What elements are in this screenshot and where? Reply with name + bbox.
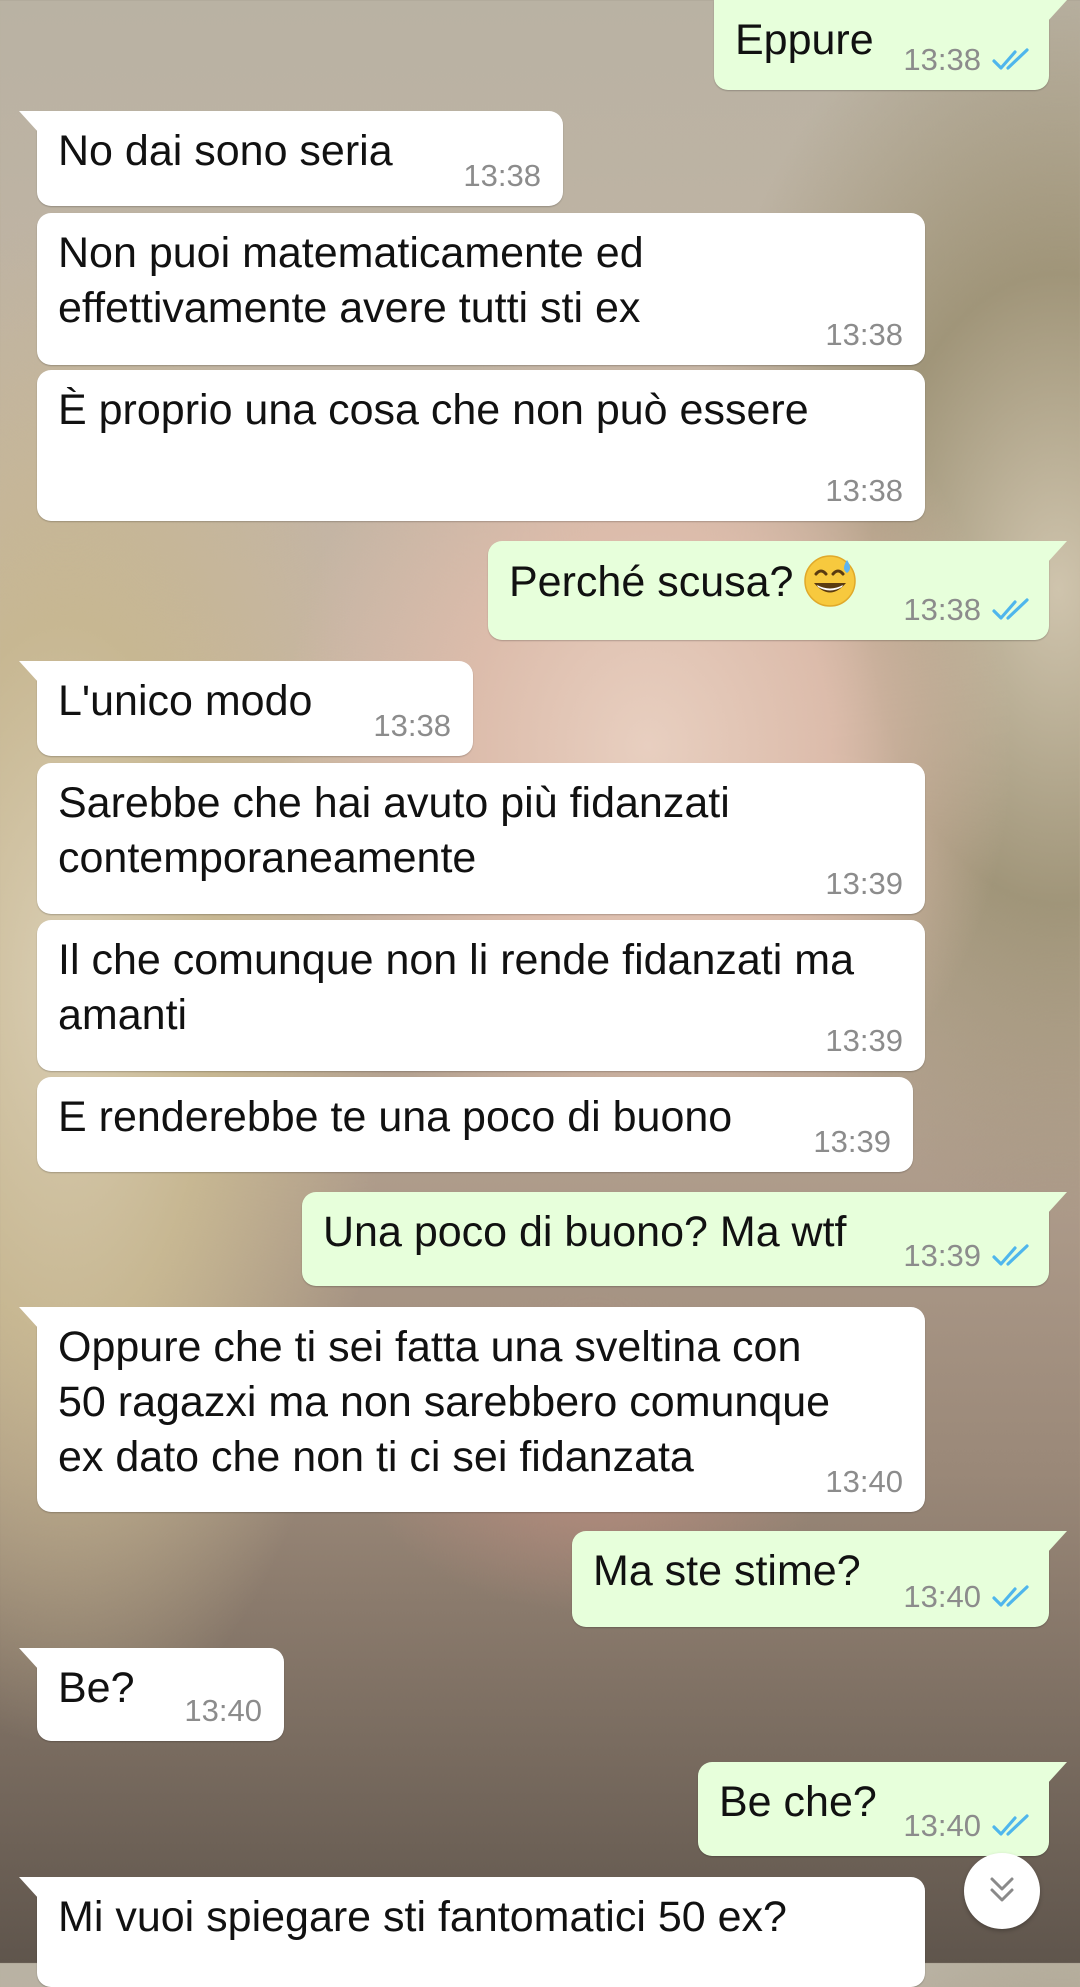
message-bubble-incoming[interactable]: Il che comunque non li rende fidanzati m…: [37, 920, 925, 1071]
message-meta: 13:39: [903, 1239, 1033, 1273]
message-bubble-incoming[interactable]: Mi vuoi spiegare sti fantomatici 50 ex?: [19, 1877, 925, 1987]
message-text: Perché scusa?: [509, 558, 794, 606]
double-check-icon: [992, 1244, 1029, 1266]
message-time: 13:38: [463, 158, 541, 193]
message-bubble-outgoing[interactable]: Perché scusa? 13:38: [488, 541, 1067, 640]
scroll-to-bottom-button[interactable]: [964, 1853, 1040, 1929]
double-check-icon: [992, 48, 1029, 70]
message-time: 13:38: [825, 473, 903, 508]
message-bubble-outgoing[interactable]: Una poco di buono? Ma wtf 13:39: [302, 1192, 1067, 1286]
message-meta: 13:38: [903, 43, 1033, 77]
double-check-icon: [992, 598, 1029, 620]
message-bubble-incoming[interactable]: No dai sono seria 13:38: [19, 111, 563, 206]
message-time: 13:39: [825, 1023, 903, 1058]
message-time: 13:40: [825, 1464, 903, 1499]
message-text: Non puoi matematicamente ed effettivamen…: [58, 229, 644, 332]
message-time: 13:38: [825, 317, 903, 352]
message-time: 13:40: [184, 1693, 262, 1728]
message-text: Sarebbe che hai avuto più fidanzati cont…: [58, 779, 730, 882]
message-text: Ma ste stime?: [593, 1547, 861, 1595]
message-time: 13:38: [903, 592, 981, 627]
message-bubble-incoming[interactable]: Non puoi matematicamente ed effettivamen…: [37, 213, 925, 365]
message-bubble-outgoing[interactable]: Be che? 13:40: [698, 1762, 1067, 1856]
message-text: Una poco di buono? Ma wtf: [323, 1208, 847, 1256]
message-meta: 13:40: [903, 1809, 1033, 1843]
message-text: Be?: [58, 1664, 135, 1712]
message-text: E renderebbe te una poco di buono: [58, 1093, 733, 1141]
message-time: 13:39: [825, 866, 903, 901]
message-text: L'unico modo: [58, 677, 313, 725]
message-bubble-incoming[interactable]: Be? 13:40: [19, 1648, 284, 1741]
message-text: Be che?: [719, 1778, 877, 1826]
double-check-icon: [992, 1814, 1029, 1836]
message-text: È proprio una cosa che non può essere: [58, 386, 809, 434]
message-meta: 13:38: [903, 593, 1033, 627]
message-text: Eppure: [735, 16, 874, 64]
message-time: 13:39: [903, 1238, 981, 1273]
message-time: 13:38: [903, 42, 981, 77]
double-chevron-down-icon: [990, 1877, 1014, 1902]
double-check-icon: [992, 1585, 1029, 1607]
message-bubble-incoming[interactable]: Sarebbe che hai avuto più fidanzati cont…: [37, 763, 925, 914]
grinning-face-with-sweat-icon: [804, 555, 857, 607]
message-text: No dai sono seria: [58, 127, 393, 175]
message-bubble-incoming[interactable]: E renderebbe te una poco di buono 13:39: [37, 1077, 913, 1172]
message-time: 13:40: [903, 1579, 981, 1614]
message-bubble-incoming[interactable]: L'unico modo 13:38: [19, 661, 473, 756]
message-bubble-incoming[interactable]: È proprio una cosa che non può essere 13…: [37, 370, 925, 521]
message-time: 13:40: [903, 1808, 981, 1843]
message-time: 13:39: [813, 1124, 891, 1159]
message-bubble-incoming[interactable]: Oppure che ti sei fatta una sveltina con…: [19, 1307, 925, 1512]
chat-area: Eppure 13:38 No dai sono seria 13:38 Non…: [0, 0, 1080, 1987]
message-meta: 13:40: [903, 1580, 1033, 1614]
message-time: 13:38: [373, 708, 451, 743]
message-bubble-outgoing[interactable]: Ma ste stime? 13:40: [572, 1531, 1067, 1627]
message-text: Mi vuoi spiegare sti fantomatici 50 ex?: [58, 1893, 787, 1941]
message-bubble-outgoing[interactable]: Eppure 13:38: [714, 0, 1067, 90]
message-text: Il che comunque non li rende fidanzati m…: [58, 936, 854, 1039]
message-text: Oppure che ti sei fatta una sveltina con…: [58, 1323, 831, 1481]
